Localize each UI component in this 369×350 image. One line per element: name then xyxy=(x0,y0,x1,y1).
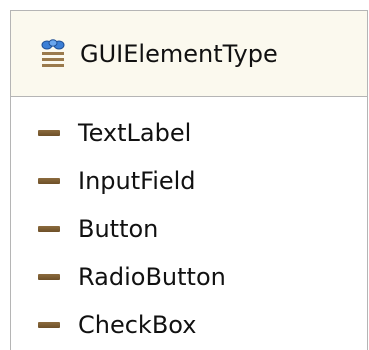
literal-label: RadioButton xyxy=(78,263,226,291)
literal-item-button[interactable]: Button xyxy=(11,205,367,253)
enumeration-box[interactable]: GUIElementType TextLabel InputField Butt… xyxy=(10,10,368,350)
literal-label: CheckBox xyxy=(78,311,197,339)
literal-item-textlabel[interactable]: TextLabel xyxy=(11,109,367,157)
literal-item-radiobutton[interactable]: RadioButton xyxy=(11,253,367,301)
literal-item-checkbox[interactable]: CheckBox xyxy=(11,301,367,349)
enumeration-header[interactable]: GUIElementType xyxy=(11,11,367,97)
literal-dash-icon xyxy=(38,178,60,184)
literal-dash-icon xyxy=(38,274,60,280)
literal-dash-icon xyxy=(38,322,60,328)
literal-list: TextLabel InputField Button RadioButton … xyxy=(11,97,367,349)
literal-dash-icon xyxy=(38,226,60,232)
enumeration-name: GUIElementType xyxy=(80,39,278,68)
literal-item-inputfield[interactable]: InputField xyxy=(11,157,367,205)
literal-label: InputField xyxy=(78,167,196,195)
literal-dash-icon xyxy=(38,130,60,136)
enumeration-icon xyxy=(38,38,68,69)
literal-label: Button xyxy=(78,215,159,243)
literal-label: TextLabel xyxy=(78,119,192,147)
